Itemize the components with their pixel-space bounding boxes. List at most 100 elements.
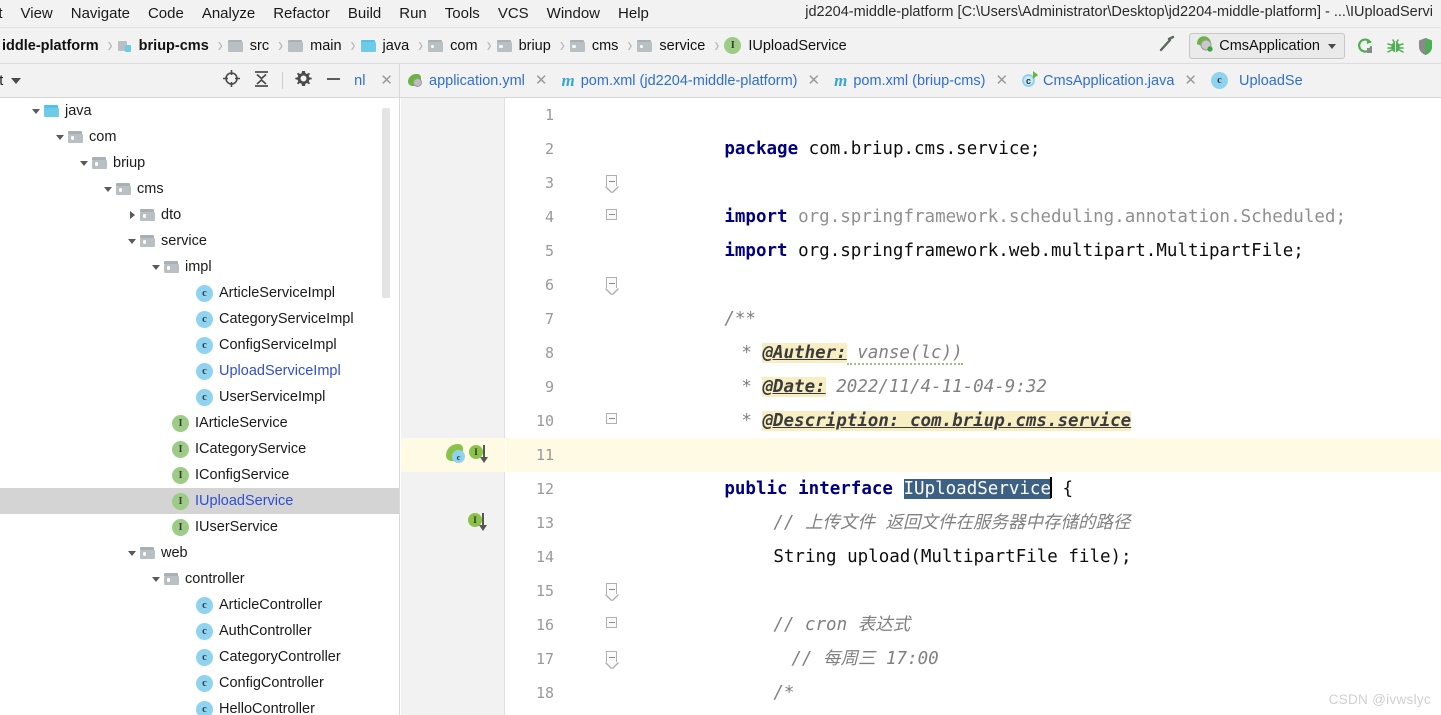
close-icon[interactable]: ✕ (535, 73, 548, 88)
fold-marker-icon[interactable] (606, 209, 619, 222)
tree-item-dto[interactable]: dto (0, 202, 399, 228)
build-hammer-icon[interactable] (1157, 34, 1177, 59)
tree-item-icategoryservice[interactable]: I ICategoryService (0, 436, 399, 462)
fold-marker-icon[interactable] (606, 617, 619, 630)
fold-marker-icon[interactable] (606, 277, 619, 290)
menu-item-view[interactable]: View (12, 3, 62, 24)
run-configuration-selector[interactable]: CmsApplication (1189, 33, 1345, 59)
tree-item-iarticleservice[interactable]: I IArticleService (0, 410, 399, 436)
tab-pom-xml-parent[interactable]: m pom.xml (jd2204-middle-platform) ✕ (554, 64, 827, 97)
tree-item-label: controller (185, 571, 245, 587)
tree-item-iuploadservice[interactable]: I IUploadService (0, 488, 399, 514)
twisty-down-icon[interactable] (124, 238, 140, 244)
tree-item-userserviceimpl[interactable]: c UserServiceImpl (0, 384, 399, 410)
sidebar-scrollbar[interactable] (382, 108, 390, 298)
tab-cmsapplication-java[interactable]: c CmsApplication.java ✕ (1014, 64, 1203, 97)
twisty-down-icon[interactable] (148, 576, 164, 582)
class-icon: c (196, 284, 213, 302)
tree-item-categoryserviceimpl[interactable]: c CategoryServiceImpl (0, 306, 399, 332)
tree-item-configcontroller[interactable]: c ConfigController (0, 670, 399, 696)
menu-item-code[interactable]: Code (139, 3, 193, 24)
twisty-down-icon[interactable] (76, 160, 92, 166)
fold-marker-icon[interactable] (606, 413, 619, 426)
interface-icon: I (172, 518, 189, 536)
close-icon[interactable]: ✕ (380, 73, 393, 88)
twisty-down-icon[interactable] (28, 108, 44, 114)
close-icon[interactable]: ✕ (808, 73, 821, 88)
tree-item-configserviceimpl[interactable]: c ConfigServiceImpl (0, 332, 399, 358)
chevron-down-icon[interactable] (11, 77, 22, 84)
breadcrumb-item-service[interactable]: service › (637, 34, 724, 57)
fold-marker-icon[interactable] (606, 651, 619, 664)
tree-item-web[interactable]: web (0, 540, 399, 566)
minimize-icon[interactable] (324, 69, 343, 93)
twisty-down-icon[interactable] (100, 186, 116, 192)
menu-item-analyze[interactable]: Analyze (193, 3, 264, 24)
project-tree[interactable]: java com briup cms dto service impl c Ar… (0, 98, 400, 715)
tree-item-label: HelloController (219, 701, 315, 715)
menu-item-window[interactable]: Window (538, 3, 609, 24)
run-icon[interactable] (1356, 37, 1375, 56)
tree-item-articlecontroller[interactable]: c ArticleController (0, 592, 399, 618)
tree-item-java[interactable]: java (0, 98, 399, 124)
tree-item-com[interactable]: com (0, 124, 399, 150)
code-editor[interactable]: 1 package com.briup.cms.service; 2 3 imp… (401, 98, 1441, 715)
twisty-right-icon[interactable] (124, 211, 140, 219)
tree-item-hellocontroller[interactable]: c HelloController (0, 696, 399, 715)
menu-item-help[interactable]: Help (609, 3, 658, 24)
fold-marker-icon[interactable] (606, 583, 619, 596)
twisty-down-icon[interactable] (124, 550, 140, 556)
tree-item-articleserviceimpl[interactable]: c ArticleServiceImpl (0, 280, 399, 306)
tree-item-categorycontroller[interactable]: c CategoryController (0, 644, 399, 670)
implementing-method-icon[interactable]: I (469, 444, 491, 464)
tree-item-impl[interactable]: impl (0, 254, 399, 280)
twisty-down-icon[interactable] (148, 264, 164, 270)
line-number: 5 (544, 242, 554, 260)
breadcrumb-separator-icon: › (418, 34, 424, 57)
tree-item-authcontroller[interactable]: c AuthController (0, 618, 399, 644)
breadcrumb-item-src[interactable]: src › (227, 34, 288, 57)
class-icon: c (196, 700, 213, 715)
tree-item-controller[interactable]: controller (0, 566, 399, 592)
gear-icon[interactable] (294, 69, 313, 93)
breadcrumb-item-cms[interactable]: cms › (569, 34, 638, 57)
breadcrumb-item-java[interactable]: java › (360, 34, 429, 57)
breadcrumb-item-main[interactable]: main › (288, 34, 360, 57)
tree-item-iconfigservice[interactable]: I IConfigService (0, 462, 399, 488)
tree-item-uploadserviceimpl[interactable]: c UploadServiceImpl (0, 358, 399, 384)
menu-item-edit[interactable]: it (0, 3, 12, 24)
breadcrumb-item-project[interactable]: iddle-platform › (0, 34, 118, 57)
breadcrumb-item-briup[interactable]: briup › (496, 34, 570, 57)
menu-item-build[interactable]: Build (339, 3, 390, 24)
breadcrumb-item-com[interactable]: com › (428, 34, 496, 57)
tab-uploadservice[interactable]: c UploadSe (1203, 64, 1309, 97)
tab-pom-xml-briup-cms[interactable]: m pom.xml (briup-cms) ✕ (826, 64, 1014, 97)
tree-item-service[interactable]: service (0, 228, 399, 254)
implementing-method-icon[interactable]: I (468, 512, 490, 532)
tree-item-cms[interactable]: cms (0, 176, 399, 202)
collapse-all-icon[interactable] (252, 69, 271, 93)
menu-item-refactor[interactable]: Refactor (264, 3, 339, 24)
breadcrumb-item-module[interactable]: briup-cms › (117, 34, 228, 57)
menu-item-vcs[interactable]: VCS (489, 3, 538, 24)
implemented-by-icon[interactable]: c (446, 444, 466, 464)
close-icon[interactable]: ✕ (995, 73, 1008, 88)
menu-item-navigate[interactable]: Navigate (62, 3, 139, 24)
close-icon[interactable]: ✕ (1184, 73, 1197, 88)
locate-target-icon[interactable] (222, 69, 241, 93)
breadcrumb-item-iuploadservice[interactable]: I IUploadService (724, 37, 848, 54)
debug-bug-icon[interactable] (1386, 37, 1405, 56)
tab-application-yml[interactable]: application.yml ✕ (400, 64, 554, 97)
line-number: 13 (535, 514, 554, 532)
editor-gutter[interactable] (401, 98, 505, 715)
tab-nl-label[interactable]: nl (354, 73, 365, 89)
fold-marker-icon[interactable] (606, 175, 619, 188)
tree-item-briup[interactable]: briup (0, 150, 399, 176)
run-with-coverage-icon[interactable] (1416, 37, 1435, 56)
menu-item-run[interactable]: Run (390, 3, 436, 24)
code-content[interactable]: 1 package com.briup.cms.service; 2 3 imp… (401, 98, 1441, 715)
twisty-down-icon[interactable] (52, 134, 68, 140)
line-number: 11 (535, 446, 554, 464)
tree-item-iuserservice[interactable]: I IUserService (0, 514, 399, 540)
menu-item-tools[interactable]: Tools (436, 3, 489, 24)
